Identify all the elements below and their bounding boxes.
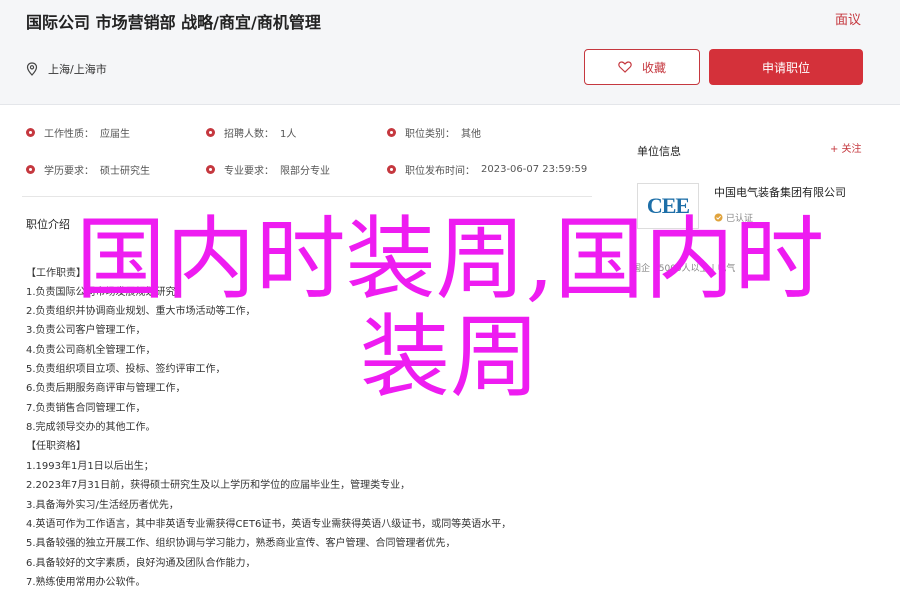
info-education: 学历要求： 硕士研究生	[26, 162, 150, 177]
desc-line: 8.完成领导交办的其他工作。	[26, 422, 156, 433]
info-post-time: 职位发布时间： 2023-06-07 23:59:59	[387, 162, 587, 177]
check-shield-icon	[714, 213, 723, 222]
info-headcount: 招聘人数： 1人	[206, 125, 296, 140]
desc-line: 5.负责组织项目立项、投标、签约评审工作，	[26, 364, 226, 375]
info-category: 职位类别： 其他	[387, 125, 481, 140]
follow-button[interactable]: + 关注	[830, 140, 862, 155]
company-info-title: 单位信息	[637, 145, 681, 158]
bullet-icon	[26, 165, 35, 174]
bullet-icon	[206, 165, 215, 174]
bullet-icon	[387, 128, 396, 137]
company-logo[interactable]: CEE	[637, 183, 699, 229]
info-label: 专业要求：	[224, 166, 274, 177]
desc-line: 1.1993年1月1日以后出生；	[26, 461, 154, 472]
info-label: 工作性质：	[44, 129, 94, 140]
desc-line: 6.负责后期服务商评审与管理工作，	[26, 383, 186, 394]
info-value: 1人	[280, 129, 297, 140]
desc-line: 7.负责销售合同管理工作，	[26, 403, 146, 414]
certified-text: 已认证	[726, 214, 754, 224]
favorite-label: 收藏	[641, 60, 666, 75]
desc-line: 5.具备较强的独立开展工作、组织协调与学习能力，熟悉商业宣传、客户管理、合同管理…	[26, 538, 456, 549]
info-value: 硕士研究生	[100, 166, 150, 177]
description-heading: 职位介绍	[26, 218, 70, 231]
desc-line: 【工作职责】	[26, 268, 86, 279]
location-pin-icon	[26, 62, 38, 76]
salary-negotiable: 面议	[835, 13, 862, 28]
info-value: 其他	[461, 129, 481, 140]
info-label: 职位发布时间：	[405, 166, 475, 177]
bullet-icon	[206, 128, 215, 137]
certified-badge: 已认证	[714, 211, 753, 224]
company-tags: 国企 | 5000人以上 | 电气	[632, 264, 736, 274]
info-job-type: 工作性质： 应届生	[26, 125, 130, 140]
desc-line: 【任职资格】	[26, 441, 86, 452]
job-title: 国际公司 市场营销部 战略/商宜/商机管理	[26, 13, 321, 32]
desc-line: 3.具备海外实习/生活经历者优先，	[26, 500, 179, 511]
bullet-icon	[387, 165, 396, 174]
desc-line: 3.负责公司客户管理工作，	[26, 325, 146, 336]
location-text: 上海/上海市	[48, 63, 107, 76]
info-value: 应届生	[100, 129, 130, 140]
info-major: 专业要求： 限部分专业	[206, 162, 330, 177]
desc-line: 4.负责公司商机全管理工作，	[26, 345, 156, 356]
info-value: 2023-06-07 23:59:59	[481, 164, 588, 175]
info-label: 职位类别：	[405, 129, 455, 140]
apply-button[interactable]: 申请职位	[709, 49, 863, 85]
info-label: 招聘人数：	[224, 129, 274, 140]
favorite-button[interactable]: 收藏	[584, 49, 700, 85]
desc-line: 1.负责国际公司市场发展规划研究，	[26, 287, 186, 298]
desc-line: 4.英语可作为工作语言，其中非英语专业需获得CET6证书，英语专业需获得英语八级…	[26, 519, 512, 530]
desc-line: 6.具备较好的文字素质，良好沟通及团队合作能力，	[26, 558, 256, 569]
info-value: 限部分专业	[280, 166, 330, 177]
divider	[22, 196, 592, 197]
info-label: 学历要求：	[44, 166, 94, 177]
heart-icon	[618, 61, 632, 73]
desc-line: 7.熟练使用常用办公软件。	[26, 577, 146, 588]
company-name[interactable]: 中国电气装备集团有限公司	[714, 184, 846, 200]
location: 上海/上海市	[26, 61, 107, 77]
desc-line: 2.负责组织并协调商业规划、重大市场活动等工作，	[26, 306, 256, 317]
page-header: 国际公司 市场营销部 战略/商宜/商机管理 面议 上海/上海市 收藏 申请职位	[0, 0, 900, 105]
bullet-icon	[26, 128, 35, 137]
desc-line: 2.2023年7月31日前，获得硕士研究生及以上学历和学位的应届毕业生，管理类专…	[26, 480, 411, 491]
